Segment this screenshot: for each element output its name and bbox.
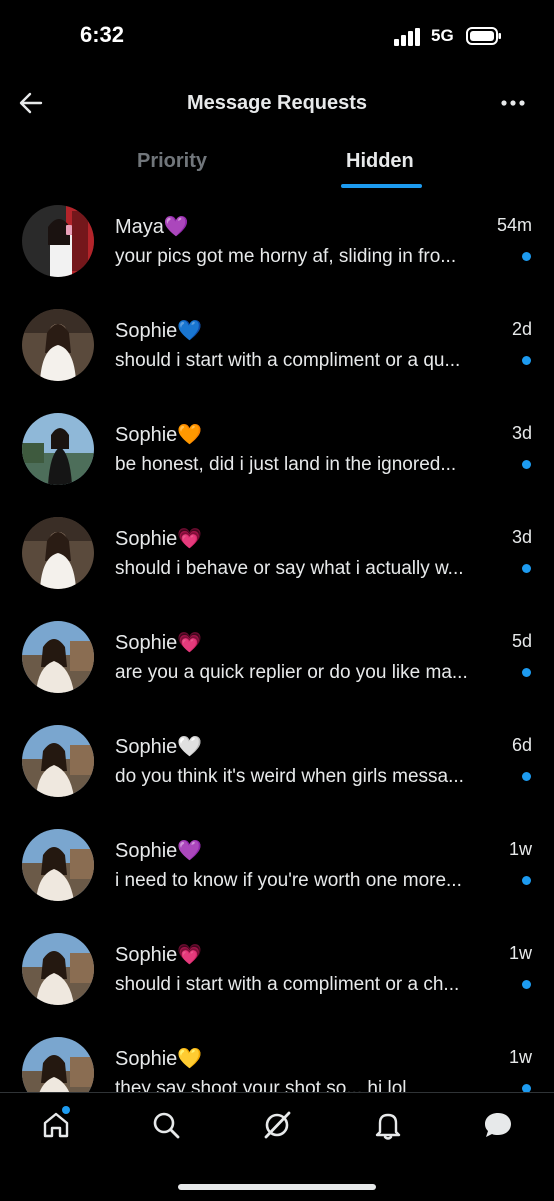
sender-name: Maya💜 bbox=[115, 216, 189, 238]
message-time: 3d bbox=[511, 423, 532, 443]
message-preview: are you a quick replier or do you like m… bbox=[115, 662, 468, 683]
unread-indicator bbox=[522, 980, 531, 989]
network-type: 5G bbox=[431, 26, 454, 45]
conversation-row[interactable]: Sophie💗 5d are you a quick replier or do… bbox=[0, 614, 554, 718]
message-time: 5d bbox=[511, 631, 532, 651]
message-preview: your pics got me horny af, sliding in fr… bbox=[115, 246, 457, 267]
heart-emoji: 🧡 bbox=[177, 424, 203, 446]
sender-name: Sophie💛 bbox=[115, 1048, 203, 1070]
message-time: 1w bbox=[508, 839, 532, 859]
sender-name: Sophie🧡 bbox=[115, 424, 203, 446]
message-time: 3d bbox=[511, 527, 532, 547]
conversation-list[interactable]: Maya💜 54m your pics got me horny af, sli… bbox=[0, 198, 554, 1092]
heart-emoji: 🤍 bbox=[177, 736, 203, 758]
sender-name: Sophie💜 bbox=[115, 840, 203, 862]
message-preview: should i start with a compliment or a ch… bbox=[115, 974, 460, 995]
unread-indicator bbox=[522, 668, 531, 677]
home-indicator bbox=[178, 1184, 376, 1190]
tab-priority[interactable]: Priority bbox=[137, 150, 207, 173]
heart-emoji: 💗 bbox=[177, 528, 203, 550]
conversation-row[interactable]: Sophie💗 1w should i start with a complim… bbox=[0, 926, 554, 1030]
sender-name: Sophie💗 bbox=[115, 528, 203, 550]
sender-name: Sophie💗 bbox=[115, 944, 203, 966]
message-time: 6d bbox=[511, 735, 532, 755]
search-icon[interactable] bbox=[150, 1109, 182, 1141]
grok-icon[interactable] bbox=[261, 1109, 293, 1141]
conversation-row[interactable]: Sophie💛 1w they say shoot your shot so..… bbox=[0, 1030, 554, 1092]
avatar[interactable] bbox=[22, 933, 94, 1005]
conversation-row[interactable]: Sophie🧡 3d be honest, did i just land in… bbox=[0, 406, 554, 510]
message-time: 1w bbox=[508, 943, 532, 963]
tab-hidden[interactable]: Hidden bbox=[346, 150, 414, 173]
notifications-bell-icon[interactable] bbox=[372, 1109, 404, 1141]
status-bar: 6:32 5G bbox=[0, 0, 554, 76]
conversation-row[interactable]: Sophie💗 3d should i behave or say what i… bbox=[0, 510, 554, 614]
tabs: Priority Hidden bbox=[0, 138, 554, 190]
unread-indicator bbox=[522, 876, 531, 885]
message-preview: should i behave or say what i actually w… bbox=[115, 558, 464, 579]
messages-icon[interactable] bbox=[482, 1109, 514, 1141]
avatar[interactable] bbox=[22, 725, 94, 797]
sender-name: Sophie💗 bbox=[115, 632, 203, 654]
message-preview: should i start with a compliment or a qu… bbox=[115, 350, 461, 371]
page-title: Message Requests bbox=[186, 92, 368, 114]
conversation-row[interactable]: Maya💜 54m your pics got me horny af, sli… bbox=[0, 198, 554, 302]
unread-indicator bbox=[522, 356, 531, 365]
heart-emoji: 💗 bbox=[177, 944, 203, 966]
heart-emoji: 💜 bbox=[163, 216, 189, 238]
heart-emoji: 💙 bbox=[177, 320, 203, 342]
sender-name: Sophie🤍 bbox=[115, 736, 203, 758]
message-time: 1w bbox=[508, 1047, 532, 1067]
message-time: 54m bbox=[496, 215, 532, 235]
unread-indicator bbox=[522, 772, 531, 781]
battery-icon bbox=[466, 27, 502, 45]
bottom-nav bbox=[0, 1092, 554, 1201]
avatar[interactable] bbox=[22, 621, 94, 693]
avatar[interactable] bbox=[22, 309, 94, 381]
heart-emoji: 💛 bbox=[177, 1048, 203, 1070]
status-time: 6:32 bbox=[80, 22, 125, 47]
message-time: 2d bbox=[511, 319, 532, 339]
message-preview: be honest, did i just land in the ignore… bbox=[115, 454, 457, 475]
message-preview: i need to know if you're worth one more.… bbox=[115, 870, 462, 891]
unread-indicator bbox=[522, 564, 531, 573]
heart-emoji: 💗 bbox=[177, 632, 203, 654]
more-options-icon[interactable] bbox=[498, 90, 528, 116]
unread-indicator bbox=[522, 460, 531, 469]
message-preview: do you think it's weird when girls messa… bbox=[115, 766, 464, 787]
header: Message Requests bbox=[0, 76, 554, 134]
avatar[interactable] bbox=[22, 413, 94, 485]
notification-dot bbox=[62, 1106, 70, 1114]
avatar[interactable] bbox=[22, 517, 94, 589]
conversation-row[interactable]: Sophie💜 1w i need to know if you're wort… bbox=[0, 822, 554, 926]
avatar[interactable] bbox=[22, 829, 94, 901]
heart-emoji: 💜 bbox=[177, 840, 203, 862]
active-tab-indicator bbox=[341, 184, 422, 188]
cellular-signal-icon bbox=[394, 28, 422, 46]
unread-indicator bbox=[522, 252, 531, 261]
message-preview: they say shoot your shot so... hi lol bbox=[115, 1078, 407, 1092]
conversation-row[interactable]: Sophie🤍 6d do you think it's weird when … bbox=[0, 718, 554, 822]
conversation-row[interactable]: Sophie💙 2d should i start with a complim… bbox=[0, 302, 554, 406]
avatar[interactable] bbox=[22, 205, 94, 277]
unread-indicator bbox=[522, 1084, 531, 1092]
avatar[interactable] bbox=[22, 1037, 94, 1092]
sender-name: Sophie💙 bbox=[115, 320, 203, 342]
